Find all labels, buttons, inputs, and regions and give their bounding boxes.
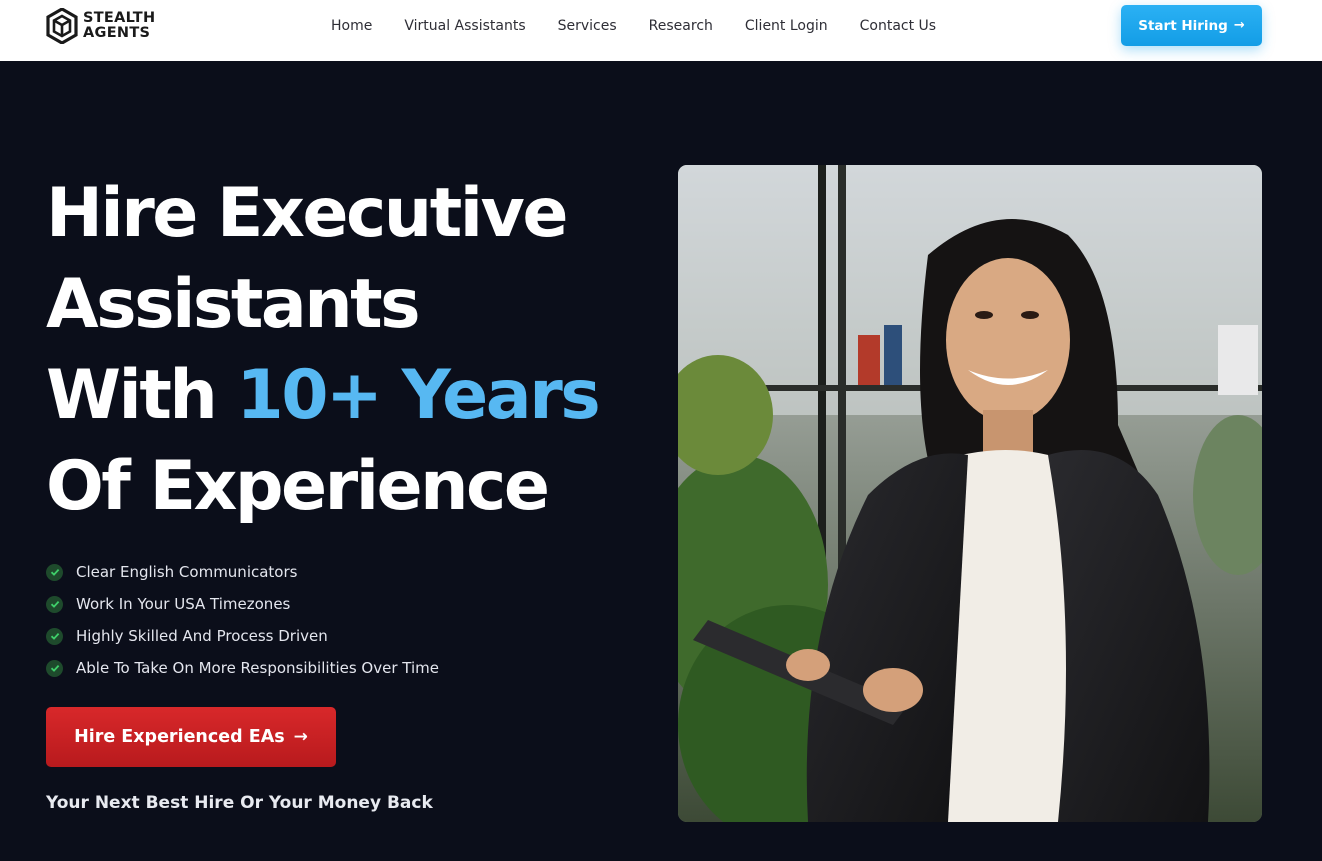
brand-logo[interactable]: STEALTH AGENTS [46, 8, 155, 44]
feature-text: Clear English Communicators [76, 563, 298, 581]
nav-virtual-assistants[interactable]: Virtual Assistants [404, 18, 525, 34]
nav-research[interactable]: Research [649, 18, 713, 34]
hire-experienced-eas-button[interactable]: Hire Experienced EAs → [46, 707, 336, 767]
headline-line-3: With 10+ Years [46, 350, 656, 441]
nav-home[interactable]: Home [331, 18, 372, 34]
feature-list: Clear English Communicators Work In Your… [46, 556, 439, 684]
nav-contact-us[interactable]: Contact Us [860, 18, 936, 34]
hexagon-logo-icon [46, 8, 78, 44]
woman-holding-tablet-photo [678, 165, 1262, 822]
check-circle-icon [46, 659, 63, 677]
headline-line-3-prefix: With [46, 356, 237, 435]
headline-line-4: Of Experience [46, 447, 550, 526]
brand-wordmark: STEALTH AGENTS [83, 11, 155, 41]
nav-client-login[interactable]: Client Login [745, 18, 828, 34]
main-nav: Home Virtual Assistants Services Researc… [331, 0, 936, 52]
brand-line-2: AGENTS [83, 25, 151, 41]
start-hiring-label: Start Hiring [1138, 17, 1228, 34]
site-header: STEALTH AGENTS Home Virtual Assistants S… [0, 0, 1322, 61]
feature-text: Able To Take On More Responsibilities Ov… [76, 659, 439, 677]
feature-item: Highly Skilled And Process Driven [46, 620, 439, 652]
headline-line-2: Assistants [46, 265, 421, 344]
headline-line-1: Hire Executive [46, 174, 568, 253]
nav-services[interactable]: Services [558, 18, 617, 34]
feature-text: Work In Your USA Timezones [76, 595, 291, 613]
headline-accent: 10+ Years [236, 356, 600, 435]
money-back-guarantee: Your Next Best Hire Or Your Money Back [46, 793, 433, 813]
start-hiring-button[interactable]: Start Hiring → [1121, 5, 1262, 46]
arrow-right-icon: → [293, 727, 308, 747]
hero-headline: Hire Executive Assistants With 10+ Years… [46, 168, 656, 532]
arrow-right-icon: → [1233, 18, 1245, 33]
feature-text: Highly Skilled And Process Driven [76, 627, 328, 645]
feature-item: Able To Take On More Responsibilities Ov… [46, 652, 439, 684]
check-circle-icon [46, 595, 63, 613]
check-circle-icon [46, 563, 63, 581]
feature-item: Work In Your USA Timezones [46, 588, 439, 620]
brand-line-1: STEALTH [83, 10, 156, 26]
feature-item: Clear English Communicators [46, 556, 439, 588]
check-circle-icon [46, 627, 63, 645]
hire-button-label: Hire Experienced EAs [74, 727, 285, 747]
